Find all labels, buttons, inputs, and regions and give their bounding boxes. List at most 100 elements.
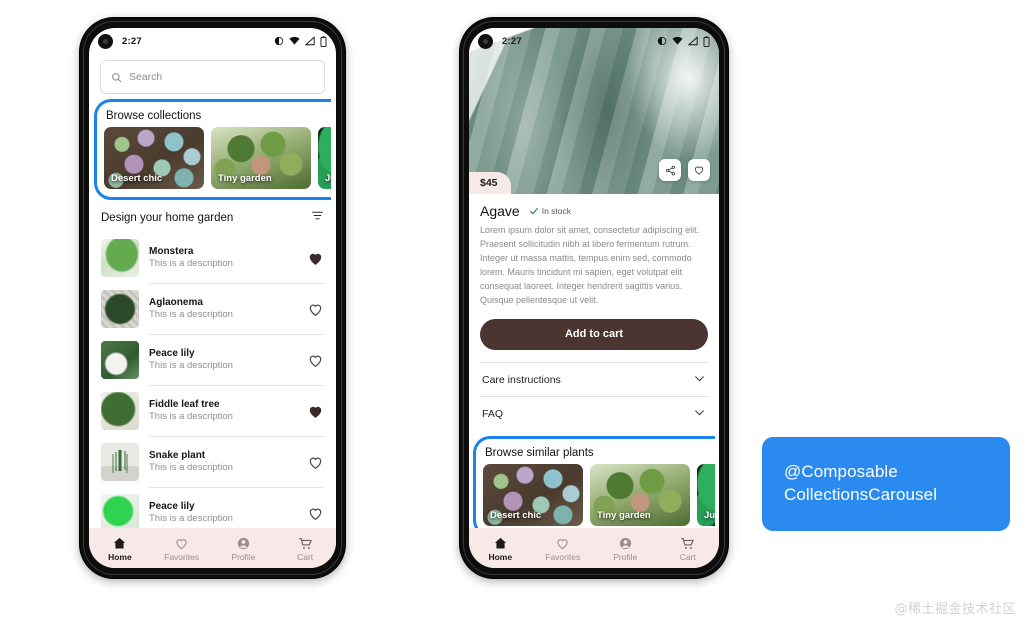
cart-icon	[298, 537, 312, 549]
plant-name: Snake plant	[149, 449, 206, 461]
annotation-callout: @Composable CollectionsCarousel	[762, 437, 1010, 531]
collection-card[interactable]: Tiny garden	[211, 127, 311, 189]
phone2-screen: 2:27 $45 Agave In stock Lorem ipsum dolo…	[469, 28, 719, 568]
similar-card-label: Desert chic	[490, 509, 542, 521]
wifi-icon	[672, 36, 683, 45]
plant-name: Peace lily	[149, 347, 195, 359]
status-bar: 2:27	[469, 28, 719, 54]
favorite-button[interactable]	[688, 159, 710, 181]
list-item-text: Aglaonema This is a description	[149, 297, 297, 322]
favorite-filled-icon[interactable]	[307, 403, 324, 420]
collections-title: Browse collections	[106, 110, 202, 122]
list-item-text: Peace lily This is a description	[149, 348, 297, 373]
plant-name: Fiddle leaf tree	[149, 398, 220, 410]
bottom-navigation: Home Favorites Profile Cart	[89, 528, 336, 568]
similar-card[interactable]: Desert chic	[483, 463, 583, 526]
search-container: Search	[89, 54, 336, 99]
nav-item-cart[interactable]: Cart	[657, 536, 720, 562]
chevron-down-icon	[693, 406, 706, 422]
nav-item-profile[interactable]: Profile	[594, 536, 657, 562]
filter-icon[interactable]	[311, 209, 324, 227]
signal-icon	[688, 36, 698, 46]
status-icons	[274, 35, 327, 47]
home-icon	[114, 537, 126, 549]
plant-thumbnail	[101, 239, 139, 277]
plant-thumbnail	[101, 341, 139, 379]
plant-description: This is a description	[149, 360, 233, 372]
bottom-navigation: Home Favorites Profile Cart	[469, 528, 719, 568]
alarm-icon	[274, 36, 284, 46]
status-time: 2:27	[502, 35, 522, 47]
accordion-faq[interactable]: FAQ	[480, 395, 708, 430]
list-item-text: Peace lily This is a description	[149, 501, 297, 526]
plant-thumbnail	[101, 392, 139, 430]
person-icon	[237, 537, 249, 550]
list-item[interactable]: Peace lily This is a description	[89, 335, 336, 385]
collection-card[interactable]: Desert chic	[104, 127, 204, 189]
phone1-screen: 2:27 Search Browse collections Desert ch…	[89, 28, 336, 568]
plant-description: This is a description	[149, 462, 233, 474]
search-icon	[112, 72, 122, 82]
collection-card-label: Tiny garden	[218, 173, 272, 184]
plant-name: Monstera	[149, 245, 194, 257]
nav-label: Favorites	[164, 552, 200, 562]
nav-label: Profile	[613, 552, 638, 562]
list-item-text: Snake plant This is a description	[149, 450, 297, 475]
watermark: @稀土掘金技术社区	[894, 602, 1016, 617]
share-button[interactable]	[659, 159, 681, 181]
person-icon	[619, 537, 631, 550]
collection-card-label: Desert chic	[111, 173, 163, 184]
status-bar: 2:27	[89, 28, 336, 54]
collections-carousel[interactable]: Desert chic Tiny garden Jung	[97, 127, 331, 197]
favorite-outline-icon[interactable]	[307, 301, 324, 318]
add-to-cart-button[interactable]: Add to cart	[480, 318, 708, 350]
favorite-filled-icon[interactable]	[307, 250, 324, 267]
nav-item-favorites[interactable]: Favorites	[151, 536, 213, 562]
hero-action-buttons	[659, 159, 710, 181]
plant-name: Aglaonema	[149, 296, 203, 308]
garden-list-title: Design your home garden	[101, 212, 234, 224]
nav-item-home[interactable]: Home	[469, 536, 532, 562]
similar-carousel[interactable]: Desert chic Tiny garden Jung	[476, 463, 715, 534]
collection-card-label: Jung	[325, 173, 331, 184]
favorite-outline-icon[interactable]	[307, 454, 324, 471]
nav-item-cart[interactable]: Cart	[274, 536, 336, 562]
accordion-care-instructions[interactable]: Care instructions	[480, 361, 708, 396]
similar-carousel-highlight: Browse similar plants Desert chic Tiny g…	[473, 435, 715, 537]
nav-item-favorites[interactable]: Favorites	[532, 536, 595, 562]
battery-icon	[703, 35, 710, 47]
product-description: Lorem ipsum dolor sit amet, consectetur …	[480, 225, 700, 305]
list-item[interactable]: Monstera This is a description	[89, 233, 336, 283]
favorite-outline-icon[interactable]	[307, 352, 324, 369]
collection-card[interactable]: Jung	[318, 127, 331, 189]
nav-label: Cart	[679, 552, 696, 562]
cart-icon	[681, 537, 694, 549]
similar-title: Browse similar plants	[485, 446, 594, 459]
heart-icon	[176, 539, 187, 550]
camera-punch-hole	[98, 33, 113, 49]
favorite-outline-icon[interactable]	[307, 505, 324, 522]
annotation-line-1: @Composable	[784, 462, 898, 482]
product-hero-image: 2:27 $45	[469, 28, 719, 194]
alarm-icon	[657, 36, 667, 46]
nav-item-home[interactable]: Home	[89, 536, 151, 562]
list-item[interactable]: Fiddle leaf tree This is a description	[89, 386, 336, 436]
plant-thumbnail	[101, 290, 139, 328]
similar-card[interactable]: Jung	[697, 463, 715, 526]
list-item[interactable]: Snake plant This is a description	[89, 437, 336, 487]
chevron-down-icon	[693, 372, 706, 388]
nav-label: Profile	[231, 552, 256, 562]
annotation-line-2: CollectionsCarousel	[784, 485, 938, 504]
heart-outline-icon	[694, 166, 704, 175]
nav-label: Cart	[297, 552, 314, 562]
wifi-icon	[289, 36, 300, 45]
price-badge: $45	[469, 172, 511, 194]
camera-punch-hole	[478, 33, 493, 49]
similar-card[interactable]: Tiny garden	[590, 463, 690, 526]
nav-item-profile[interactable]: Profile	[213, 536, 275, 562]
list-item[interactable]: Aglaonema This is a description	[89, 284, 336, 334]
search-input[interactable]: Search	[100, 60, 325, 94]
plant-description: This is a description	[149, 309, 233, 321]
plant-description: This is a description	[149, 258, 233, 270]
nav-label: Home	[488, 552, 513, 562]
